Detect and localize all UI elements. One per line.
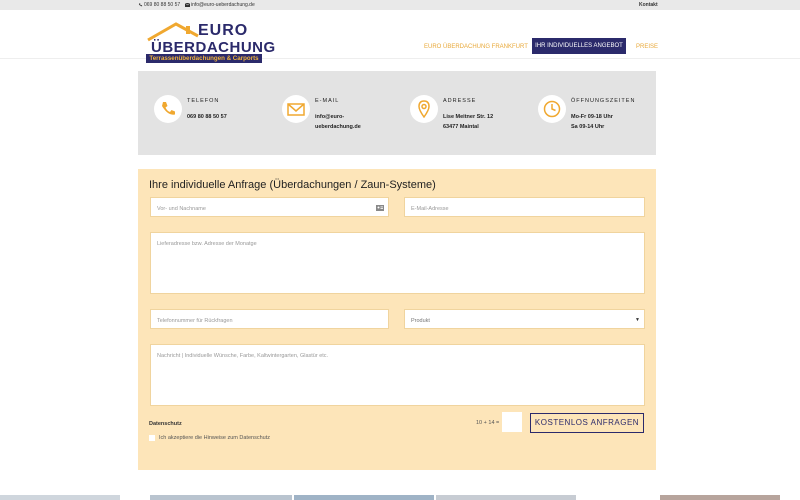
contact-card-icon — [376, 205, 384, 211]
hours-line1: Mo-Fr 09-18 Uhr — [571, 114, 613, 120]
thumbnail-image — [150, 495, 292, 500]
email-value[interactable]: info@euro-ueberdachung.de — [315, 112, 361, 132]
thumbnail-image — [436, 495, 576, 500]
topbar-phone[interactable]: 069 80 88 50 57 — [138, 2, 180, 8]
logo-euro: EURO — [198, 22, 249, 39]
nav-item-angebot[interactable]: IHR INDIVIDUELLES ANGEBOT — [532, 38, 626, 54]
email-line2: ueberdachung.de — [315, 124, 361, 130]
envelope-icon — [185, 2, 190, 7]
privacy-checkbox[interactable] — [149, 435, 155, 441]
message-placeholder: Nachricht | Individuelle Wünsche, Farbe,… — [157, 353, 329, 359]
phone-title: TELEFON — [187, 98, 220, 104]
contact-info-box: TELEFON 069 80 88 50 57 E-MAIL info@euro… — [138, 71, 656, 155]
address-circle — [410, 95, 438, 123]
email-placeholder: E-Mail-Adresse — [411, 206, 449, 212]
hours-circle — [538, 95, 566, 123]
email-circle — [282, 95, 310, 123]
privacy-label: Datenschutz — [149, 421, 182, 427]
hours-value: Mo-Fr 09-18 Uhr Sa 09-14 Uhr — [571, 112, 613, 132]
phone-value[interactable]: 069 80 88 50 57 — [187, 112, 227, 122]
hours-line2: Sa 09-14 Uhr — [571, 124, 605, 130]
site-logo[interactable]: EURO ÜBERDACHUNG Terrassenüberdachungen … — [146, 22, 275, 66]
topbar-phone-text: 069 80 88 50 57 — [144, 2, 181, 8]
map-pin-icon — [418, 100, 430, 118]
hours-title: ÖFFNUNGSZEITEN — [571, 98, 636, 104]
product-selected-value: Produkt — [411, 318, 430, 324]
topbar-email[interactable]: info@euro-ueberdachung.de — [185, 2, 255, 8]
captcha-input[interactable] — [502, 412, 522, 432]
product-select[interactable]: Produkt ▼ — [404, 309, 645, 329]
nav-item-frankfurt[interactable]: EURO ÜBERDACHUNG FRANKFURT — [424, 44, 528, 50]
logo-tagline: Terrassenüberdachungen & Carports — [146, 54, 262, 63]
clock-icon — [543, 100, 561, 118]
address-placeholder: Lieferadresse bzw. Adresse der Monatge — [157, 241, 257, 247]
phone-placeholder: Telefonnummer für Rückfragen — [157, 318, 233, 324]
request-form: Ihre individuelle Anfrage (Überdachungen… — [138, 169, 656, 470]
address-value: Lise Meitner Str. 12 63477 Maintal — [443, 112, 493, 132]
nav-item-preise[interactable]: PREISE — [636, 44, 658, 50]
email-title: E-MAIL — [315, 98, 340, 104]
address-line2: 63477 Maintal — [443, 124, 479, 130]
address-textarea[interactable]: Lieferadresse bzw. Adresse der Monatge — [150, 232, 645, 294]
form-title: Ihre individuelle Anfrage (Überdachungen… — [149, 179, 436, 191]
address-title: ADRESSE — [443, 98, 477, 104]
bottom-image-strip — [0, 495, 800, 500]
top-bar: 069 80 88 50 57 info@euro-ueberdachung.d… — [0, 0, 800, 10]
topbar-contact-link[interactable]: Kontakt — [639, 2, 658, 8]
chevron-down-icon: ▼ — [635, 317, 640, 323]
name-placeholder: Vor- und Nachname — [157, 206, 206, 212]
thumbnail-image — [294, 495, 434, 500]
captcha-question: 10 + 14 = — [476, 420, 500, 426]
phone-circle — [154, 95, 182, 123]
phone-icon — [138, 3, 143, 6]
email-line1: info@euro- — [315, 114, 345, 120]
submit-button[interactable]: KOSTENLOS ANFRAGEN — [530, 413, 644, 433]
thumbnail-image — [0, 495, 120, 500]
topbar-email-text: info@euro-ueberdachung.de — [191, 2, 255, 8]
privacy-checkbox-label[interactable]: Ich akzeptiere die Hinweise zum Datensch… — [159, 435, 270, 441]
thumbnail-image — [660, 495, 780, 500]
email-input[interactable]: E-Mail-Adresse — [404, 197, 645, 217]
name-input[interactable]: Vor- und Nachname — [150, 197, 389, 217]
site-header: EURO ÜBERDACHUNG Terrassenüberdachungen … — [0, 10, 800, 63]
phone-input[interactable]: Telefonnummer für Rückfragen — [150, 309, 389, 329]
message-textarea[interactable]: Nachricht | Individuelle Wünsche, Farbe,… — [150, 344, 645, 406]
phone-icon — [162, 102, 175, 115]
address-line1: Lise Meitner Str. 12 — [443, 114, 494, 120]
envelope-icon — [287, 103, 305, 116]
